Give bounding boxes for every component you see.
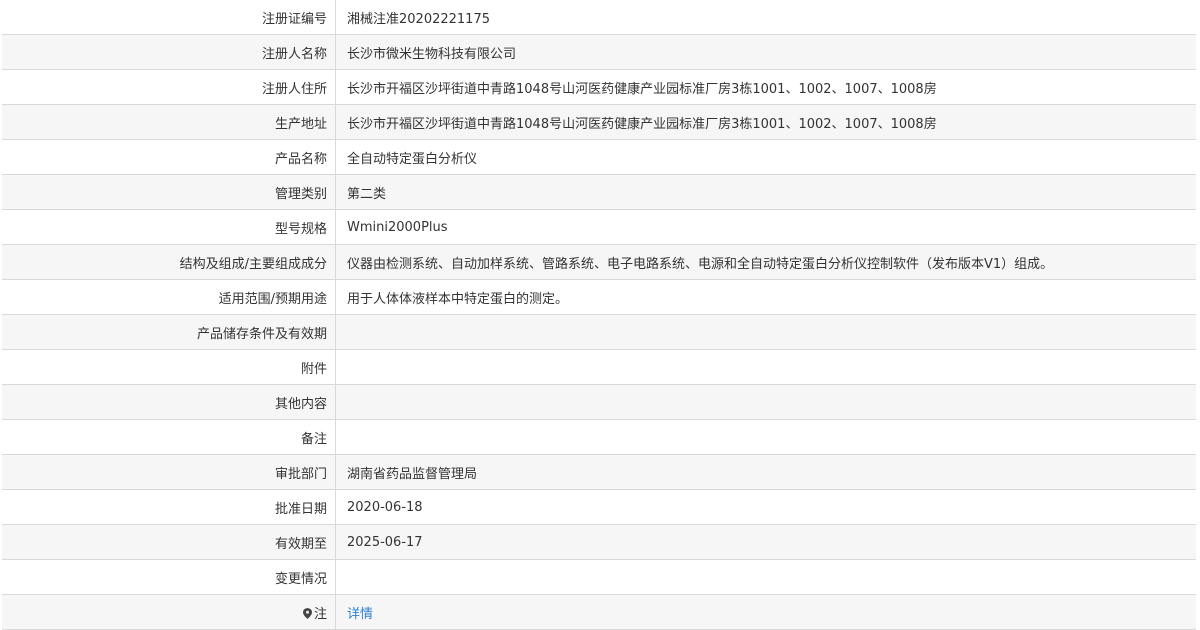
field-value: Wmini2000Plus: [335, 209, 1196, 245]
field-value: 湖南省药品监督管理局: [335, 454, 1196, 490]
table-row: 型号规格 Wmini2000Plus: [2, 209, 1196, 245]
field-value: [335, 419, 1196, 455]
note-label: 注: [313, 606, 327, 622]
field-value: 用于人体体液样本中特定蛋白的测定。: [335, 279, 1196, 315]
field-label: 型号规格: [2, 209, 336, 245]
field-value: [335, 559, 1196, 595]
table-row: 产品储存条件及有效期: [2, 314, 1196, 350]
table-row: 产品名称 全自动特定蛋白分析仪: [2, 139, 1196, 175]
field-label: 产品储存条件及有效期: [2, 314, 336, 350]
field-label: 结构及组成/主要组成成分: [2, 244, 336, 280]
field-value: [335, 349, 1196, 385]
field-value: 第二类: [335, 174, 1196, 210]
field-label: 注册证编号: [2, 0, 336, 35]
note-row: 注 详情: [2, 594, 1196, 630]
table-row: 其他内容: [2, 384, 1196, 420]
field-value: 长沙市微米生物科技有限公司: [335, 34, 1196, 70]
table-row: 附件: [2, 349, 1196, 385]
table-row: 备注: [2, 419, 1196, 455]
detail-link[interactable]: 详情: [347, 607, 373, 622]
field-value: 长沙市开福区沙坪街道中青路1048号山河医药健康产业园标准厂房3栋1001、10…: [335, 69, 1196, 105]
field-label: 变更情况: [2, 559, 336, 595]
field-label: 生产地址: [2, 104, 336, 140]
field-value: [335, 384, 1196, 420]
field-value: 2020-06-18: [335, 489, 1196, 525]
table-row: 注册人住所 长沙市开福区沙坪街道中青路1048号山河医药健康产业园标准厂房3栋1…: [2, 69, 1196, 105]
table-row: 注册人名称 长沙市微米生物科技有限公司: [2, 34, 1196, 70]
note-label-cell: 注: [2, 594, 336, 630]
table-row: 生产地址 长沙市开福区沙坪街道中青路1048号山河医药健康产业园标准厂房3栋10…: [2, 104, 1196, 140]
table-row: 适用范围/预期用途 用于人体体液样本中特定蛋白的测定。: [2, 279, 1196, 315]
field-value: 全自动特定蛋白分析仪: [335, 139, 1196, 175]
table-row: 变更情况: [2, 559, 1196, 595]
field-value: 2025-06-17: [335, 524, 1196, 560]
field-label: 管理类别: [2, 174, 336, 210]
field-value: 湘械注准20202221175: [335, 0, 1196, 35]
field-value: 仪器由检测系统、自动加样系统、管路系统、电子电路系统、电源和全自动特定蛋白分析仪…: [335, 244, 1196, 280]
table-row: 注册证编号 湘械注准20202221175: [2, 0, 1196, 35]
field-label: 产品名称: [2, 139, 336, 175]
field-label: 注册人名称: [2, 34, 336, 70]
field-label: 审批部门: [2, 454, 336, 490]
table-row: 有效期至 2025-06-17: [2, 524, 1196, 560]
table-row: 管理类别 第二类: [2, 174, 1196, 210]
field-label: 注册人住所: [2, 69, 336, 105]
field-value: 长沙市开福区沙坪街道中青路1048号山河医药健康产业园标准厂房3栋1001、10…: [335, 104, 1196, 140]
field-label: 适用范围/预期用途: [2, 279, 336, 315]
field-value: [335, 314, 1196, 350]
field-label: 备注: [2, 419, 336, 455]
table-row: 审批部门 湖南省药品监督管理局: [2, 454, 1196, 490]
table-row: 结构及组成/主要组成成分 仪器由检测系统、自动加样系统、管路系统、电子电路系统、…: [2, 244, 1196, 280]
table-row: 批准日期 2020-06-18: [2, 489, 1196, 525]
pin-icon: [302, 607, 312, 619]
field-label: 有效期至: [2, 524, 336, 560]
registration-record-table: 注册证编号 湘械注准20202221175 注册人名称 长沙市微米生物科技有限公…: [2, 0, 1196, 630]
field-label: 附件: [2, 349, 336, 385]
note-value-cell: 详情: [335, 594, 1196, 630]
field-label: 批准日期: [2, 489, 336, 525]
field-label: 其他内容: [2, 384, 336, 420]
